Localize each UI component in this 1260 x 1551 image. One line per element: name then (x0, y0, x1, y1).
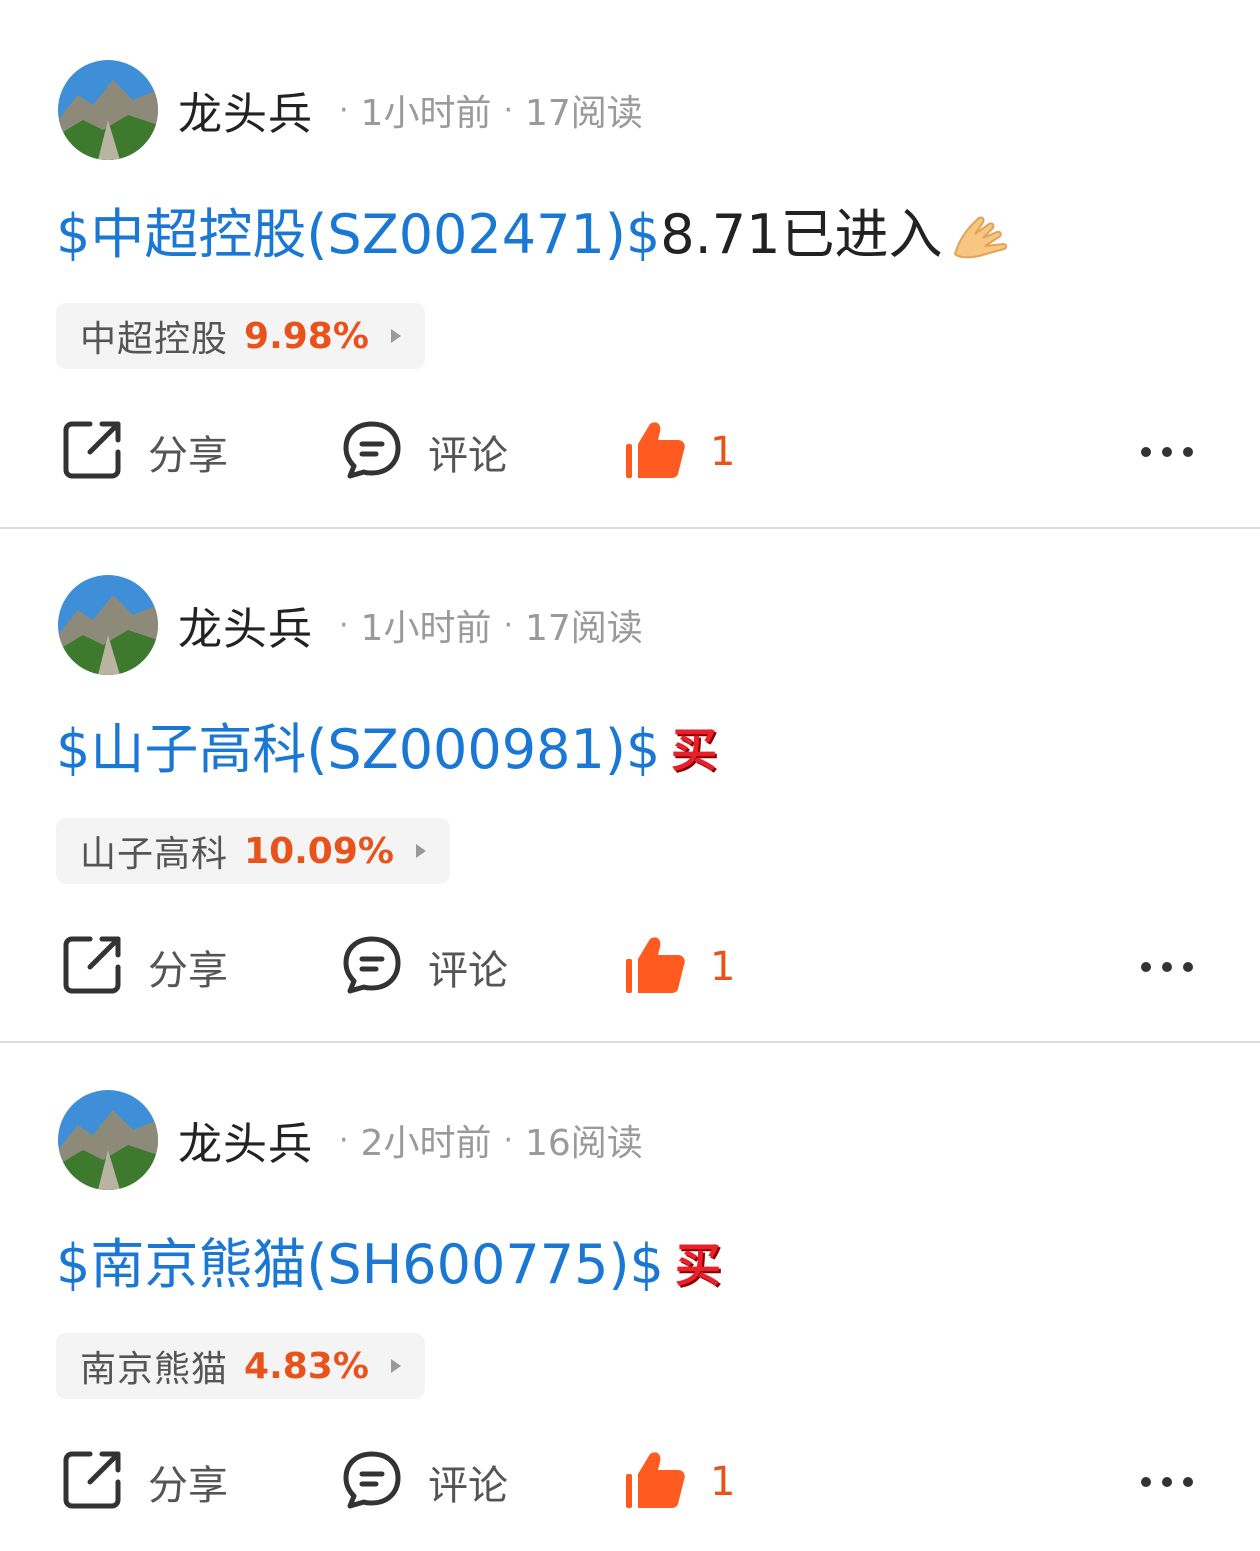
post-header: 龙头兵 · 2小时前 · 16阅读 (58, 1090, 643, 1190)
like-count: 1 (710, 429, 736, 475)
avatar[interactable] (58, 575, 158, 675)
author-name[interactable]: 龙头兵 (178, 1108, 313, 1172)
post-content[interactable]: $中超控股(SZ002471)$ 8.71已进入 (56, 195, 1015, 275)
pray-hands-emoji (949, 210, 1015, 260)
read-count: 17阅读 (525, 608, 643, 649)
read-count: 17阅读 (525, 93, 643, 134)
separator-dot: · (503, 1122, 513, 1158)
triangle-right-icon (390, 1359, 401, 1373)
share-button[interactable]: 分享 (60, 1442, 228, 1522)
more-button[interactable] (1140, 1442, 1194, 1522)
more-button[interactable] (1140, 412, 1194, 492)
stock-link[interactable]: $山子高科(SZ000981)$ (56, 710, 660, 790)
post-card[interactable]: 龙头兵 · 1小时前 · 17阅读 $山子高科(SZ000981)$ 买 买 山… (0, 515, 1260, 1029)
post-actions: 分享 评论 1 (0, 927, 1260, 1007)
separator-dot: · (503, 607, 513, 643)
post-actions: 分享 评论 1 (0, 1442, 1260, 1522)
comment-button[interactable]: 评论 (340, 927, 508, 1007)
avatar[interactable] (58, 1090, 158, 1190)
like-icon (622, 933, 688, 1001)
post-content[interactable]: $山子高科(SZ000981)$ 买 买 (56, 710, 726, 790)
share-label: 分享 (148, 433, 228, 479)
buy-sticker-emoji: 买 买 (670, 1237, 730, 1293)
comment-label: 评论 (428, 1463, 508, 1509)
stock-tag[interactable]: 南京熊猫 4.83% (56, 1333, 425, 1399)
comment-icon (340, 418, 404, 486)
share-button[interactable]: 分享 (60, 412, 228, 492)
separator-dot: · (339, 607, 349, 643)
post-card[interactable]: 龙头兵 · 1小时前 · 17阅读 $中超控股(SZ002471)$ 8.71已… (0, 0, 1260, 514)
buy-sticker-text: 买 (671, 723, 717, 777)
share-icon (60, 933, 124, 1001)
stock-tag-change: 10.09% (244, 830, 394, 872)
stock-link[interactable]: $中超控股(SZ002471)$ (56, 195, 660, 275)
like-count: 1 (710, 944, 736, 990)
post-card[interactable]: 龙头兵 · 2小时前 · 16阅读 $南京熊猫(SH600775)$ 买 买 南… (0, 1030, 1260, 1544)
stock-tag-name: 南京熊猫 (80, 1349, 229, 1390)
stock-tag-change: 9.98% (244, 315, 369, 357)
post-time: 1小时前 (360, 93, 492, 134)
triangle-right-icon (390, 329, 401, 343)
share-label: 分享 (148, 1463, 228, 1509)
like-button[interactable]: 1 (622, 1442, 735, 1522)
comment-icon (340, 1448, 404, 1516)
read-count: 16阅读 (525, 1123, 643, 1164)
post-header: 龙头兵 · 1小时前 · 17阅读 (58, 575, 643, 675)
post-meta: · 2小时前 · 16阅读 (327, 1114, 643, 1166)
post-time: 1小时前 (360, 608, 492, 649)
post-text: 8.71已进入 (660, 203, 943, 266)
triangle-right-icon (415, 844, 426, 858)
more-button[interactable] (1140, 927, 1194, 1007)
more-icon (1140, 958, 1194, 977)
stock-tag[interactable]: 山子高科 10.09% (56, 818, 450, 884)
comment-button[interactable]: 评论 (340, 412, 508, 492)
stock-tag-name: 中超控股 (80, 319, 229, 360)
avatar[interactable] (58, 60, 158, 160)
separator-dot: · (503, 92, 513, 128)
stock-tag[interactable]: 中超控股 9.98% (56, 303, 425, 369)
post-content[interactable]: $南京熊猫(SH600775)$ 买 买 (56, 1225, 730, 1305)
comment-label: 评论 (428, 433, 508, 479)
share-icon (60, 1448, 124, 1516)
stock-tag-change: 4.83% (244, 1345, 369, 1387)
feed: 龙头兵 · 1小时前 · 17阅读 $中超控股(SZ002471)$ 8.71已… (0, 0, 1260, 1551)
separator-dot: · (339, 92, 349, 128)
like-count: 1 (710, 1459, 736, 1505)
share-icon (60, 418, 124, 486)
like-button[interactable]: 1 (622, 927, 735, 1007)
more-icon (1140, 443, 1194, 462)
stock-tag-name: 山子高科 (80, 834, 229, 875)
separator-dot: · (339, 1122, 349, 1158)
comment-label: 评论 (428, 948, 508, 994)
buy-sticker-text: 买 (675, 1238, 721, 1292)
buy-sticker-emoji: 买 买 (666, 722, 726, 778)
post-header: 龙头兵 · 1小时前 · 17阅读 (58, 60, 643, 160)
post-time: 2小时前 (360, 1123, 492, 1164)
more-icon (1140, 1473, 1194, 1492)
share-button[interactable]: 分享 (60, 927, 228, 1007)
post-actions: 分享 评论 1 (0, 412, 1260, 492)
like-icon (622, 1448, 688, 1516)
author-name[interactable]: 龙头兵 (178, 593, 313, 657)
post-meta: · 1小时前 · 17阅读 (327, 84, 643, 136)
author-name[interactable]: 龙头兵 (178, 78, 313, 142)
comment-button[interactable]: 评论 (340, 1442, 508, 1522)
like-button[interactable]: 1 (622, 412, 735, 492)
like-icon (622, 418, 688, 486)
stock-link[interactable]: $南京熊猫(SH600775)$ (56, 1225, 664, 1305)
comment-icon (340, 933, 404, 1001)
post-meta: · 1小时前 · 17阅读 (327, 599, 643, 651)
share-label: 分享 (148, 948, 228, 994)
